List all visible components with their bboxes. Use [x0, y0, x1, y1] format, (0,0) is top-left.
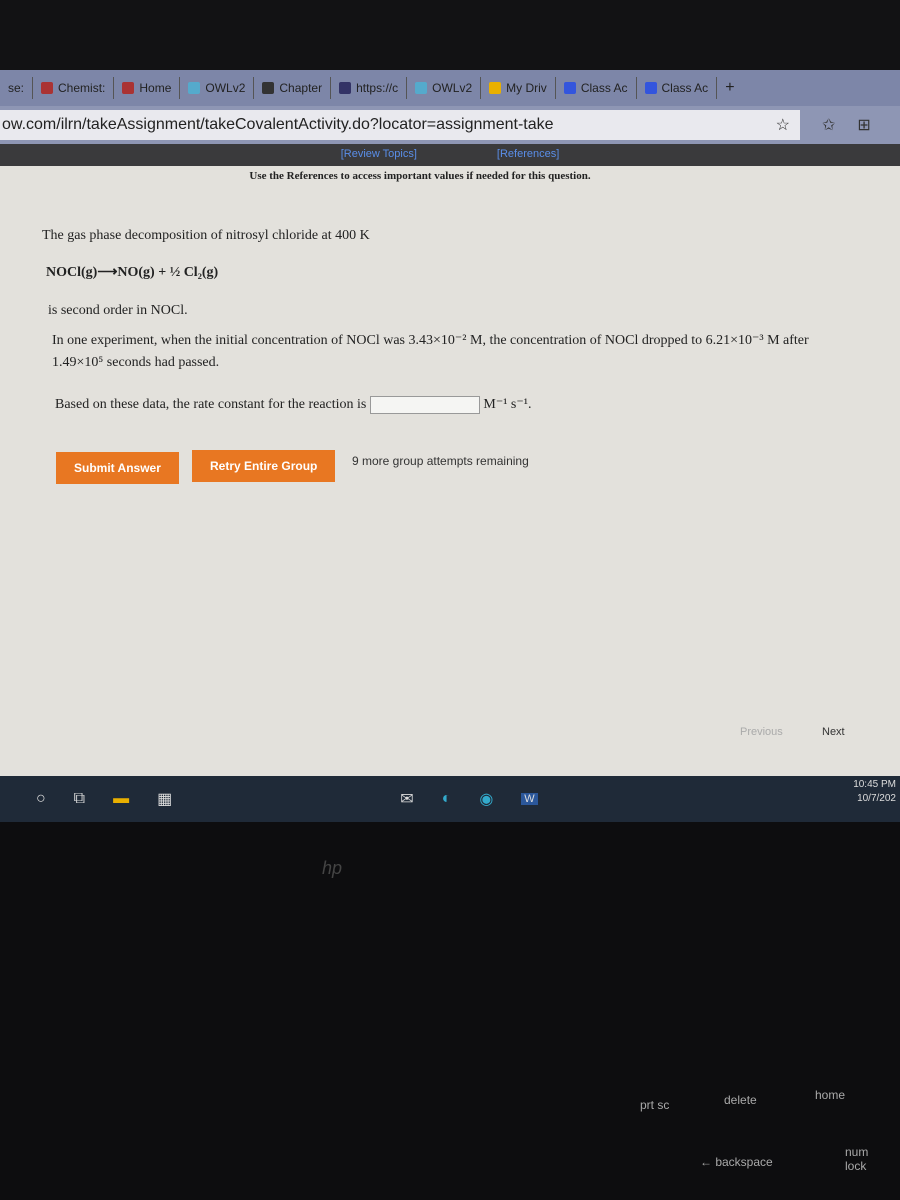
tab-label: se: — [8, 81, 25, 95]
browser-tab-strip: se: Chemist: Home OWLv2 Chapter https://… — [0, 70, 900, 106]
tab-label: Home — [139, 81, 172, 95]
key-numlock[interactable]: num lock — [845, 1145, 885, 1173]
book-icon — [41, 82, 54, 94]
retry-group-button[interactable]: Retry Entire Group — [192, 450, 336, 482]
tab-label: OWLv2 — [205, 81, 246, 95]
browser-tab[interactable]: OWLv2 — [407, 77, 482, 99]
url-text: ow.com/ilrn/takeAssignment/takeCovalentA… — [2, 116, 554, 133]
store-icon[interactable]: ▦ — [157, 789, 172, 809]
chrome-icon[interactable]: ◉ — [479, 789, 493, 809]
experiment-text: In one experiment, when the initial conc… — [52, 333, 809, 370]
book-icon — [122, 82, 135, 94]
tab-label: Class Ac — [580, 81, 628, 95]
file-explorer-icon[interactable]: ▬ — [113, 790, 129, 808]
key-backspace[interactable]: ← backspace — [700, 1155, 773, 1169]
address-bar-row: ow.com/ilrn/takeAssignment/takeCovalentA… — [0, 106, 900, 144]
browser-tab[interactable]: Class Ac — [637, 77, 718, 99]
reaction-equation: NOCl(g)⟶NO(g) + ½ Cl₂(g) — [46, 265, 219, 280]
previous-button[interactable]: Previous — [740, 726, 783, 738]
reaction-order: is second order in NOCl. — [48, 303, 188, 318]
submit-answer-button[interactable]: Submit Answer — [56, 452, 179, 484]
owl-icon — [188, 82, 201, 94]
tab-label: https://c — [356, 81, 399, 95]
references-link[interactable]: [References] — [497, 148, 559, 166]
browser-tab[interactable]: Class Ac — [556, 77, 637, 99]
screen-bezel — [0, 0, 900, 70]
browser-tab[interactable]: https://c — [331, 77, 408, 99]
doc-icon — [563, 82, 576, 94]
units-label: M⁻¹ s⁻¹. — [483, 397, 532, 413]
tab-label: My Driv — [506, 81, 547, 95]
doc-icon — [644, 82, 657, 94]
browser-tab[interactable]: OWLv2 — [180, 77, 255, 99]
new-tab-button[interactable]: + — [717, 77, 742, 99]
favorites-icon[interactable]: ✩ — [822, 115, 835, 135]
question-intro: The gas phase decomposition of nitrosyl … — [42, 228, 370, 243]
references-bar: [Review Topics] [References] — [0, 144, 900, 166]
collections-icon[interactable]: ⊞ — [857, 115, 870, 135]
prompt-text: Based on these data, the rate constant f… — [55, 397, 367, 413]
assignment-page: Use the References to access important v… — [0, 166, 900, 776]
references-note: Use the References to access important v… — [249, 170, 591, 182]
tab-label: Class Ac — [661, 81, 709, 95]
clock-time: 10:45 PM — [853, 779, 896, 790]
browser-tab[interactable]: Home — [114, 77, 181, 99]
clock-date: 10/7/202 — [857, 793, 896, 804]
tab-label: Chapter — [279, 81, 323, 95]
key-prtsc[interactable]: prt sc — [640, 1098, 669, 1112]
url-input[interactable]: ow.com/ilrn/takeAssignment/takeCovalentA… — [0, 110, 800, 140]
tab-label: Chemist: — [58, 81, 106, 95]
mail-icon[interactable]: ✉ — [400, 789, 413, 809]
browser-tab[interactable]: Chapter — [254, 77, 332, 99]
word-icon[interactable]: W — [521, 793, 538, 805]
owl-icon — [415, 82, 428, 94]
browser-tab[interactable]: se: — [0, 77, 34, 99]
rate-constant-input[interactable] — [369, 396, 480, 414]
edge-icon[interactable]: ◐ — [442, 790, 452, 808]
tab-label: OWLv2 — [432, 81, 473, 95]
key-delete[interactable]: delete — [724, 1093, 757, 1107]
drive-icon — [489, 82, 502, 94]
favorite-star-icon[interactable]: ☆ — [776, 115, 790, 135]
browser-tab[interactable]: My Driv — [481, 77, 556, 99]
system-tray[interactable]: 10:45 PM 10/7/202 — [853, 778, 896, 806]
attempts-remaining: 9 more group attempts remaining — [352, 454, 529, 468]
key-home[interactable]: home — [815, 1088, 845, 1102]
next-button[interactable]: Next — [822, 726, 845, 738]
rate-constant-prompt: Based on these data, the rate constant f… — [55, 396, 531, 414]
review-topics-link[interactable]: [Review Topics] — [341, 148, 417, 166]
browser-tab[interactable]: Chemist: — [33, 77, 115, 99]
page-icon — [339, 82, 352, 94]
hp-logo: hp — [322, 858, 343, 878]
task-view-icon[interactable]: ⧉ — [74, 790, 85, 808]
chapter-icon — [262, 82, 275, 94]
taskbar: ○ ⧉ ▬ ▦ ✉ ◐ ◉ W — [0, 776, 900, 822]
search-icon[interactable]: ○ — [36, 790, 46, 808]
